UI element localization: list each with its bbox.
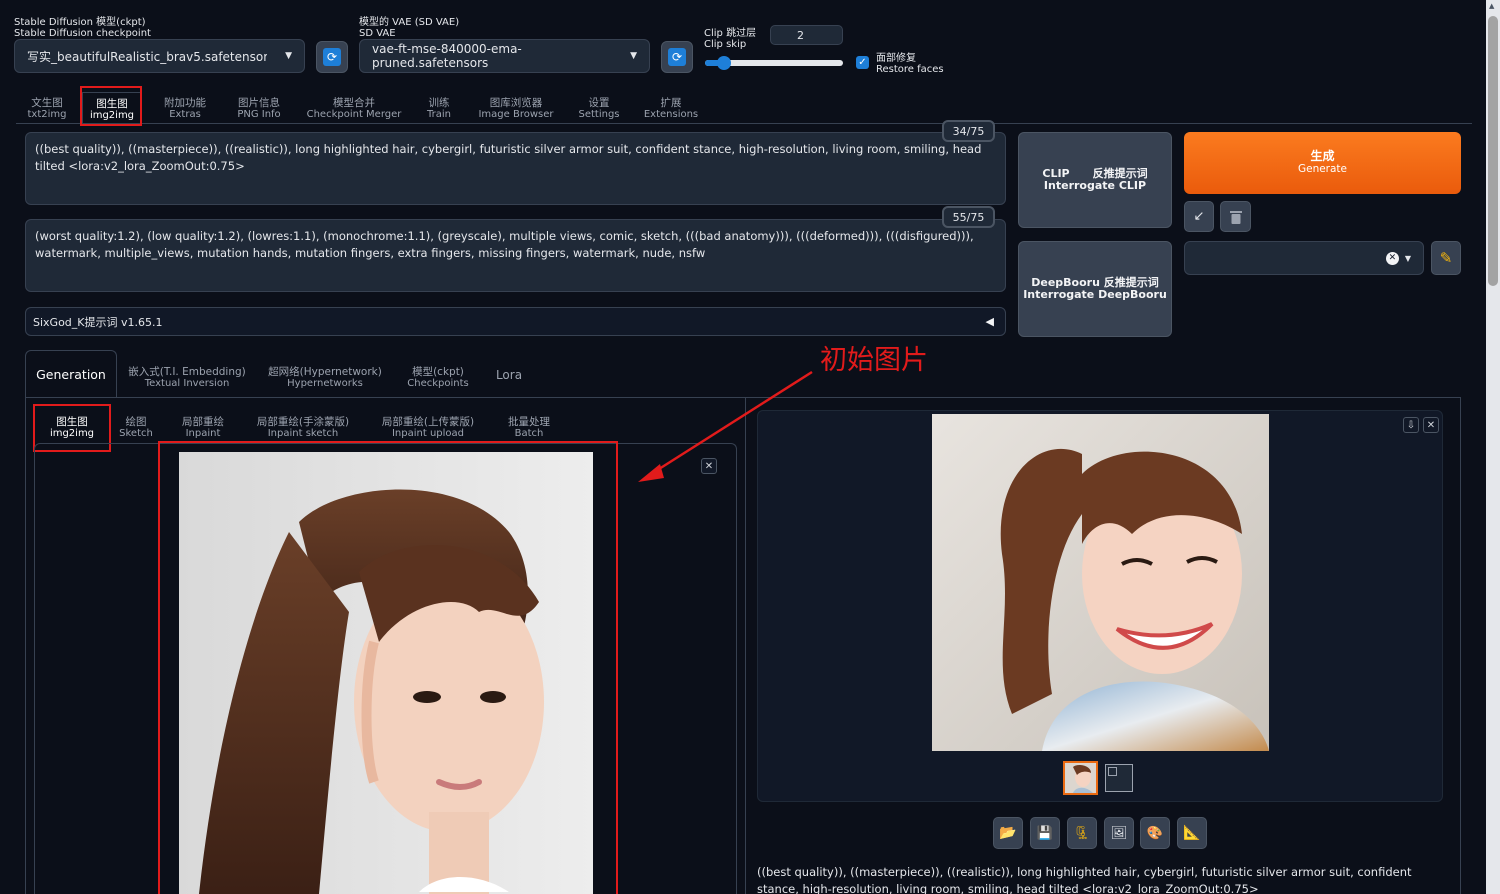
close-gallery-button[interactable]: ✕ xyxy=(1423,417,1439,433)
zip-button[interactable]: 🗜 xyxy=(1067,817,1097,849)
tab-lora[interactable]: Lora xyxy=(490,369,528,381)
styles-dropdown[interactable]: ✕ ▼ xyxy=(1184,241,1424,275)
subtab-batch[interactable]: 批量处理 Batch xyxy=(498,416,560,440)
interrogate-deepbooru-button[interactable]: DeepBooru 反推提示词 Interrogate DeepBooru xyxy=(1018,241,1172,337)
tab-settings[interactable]: 设置 Settings xyxy=(572,97,626,121)
negative-token-counter: 55/75 xyxy=(942,206,995,228)
highlight-init-image xyxy=(158,441,618,894)
chevron-down-icon: ▼ xyxy=(285,51,292,61)
annotation-label: 初始图片 xyxy=(820,345,928,376)
trash-icon xyxy=(1229,210,1242,224)
chevron-down-icon: ▼ xyxy=(1404,253,1411,263)
download-button[interactable]: ⇩ xyxy=(1403,417,1419,433)
tab-train[interactable]: 训练 Train xyxy=(414,97,464,121)
checkpoint-value: 写实_beautifulRealistic_brav5.safetensors … xyxy=(27,49,267,64)
clip-skip-label: Clip 跳过层 Clip skip xyxy=(704,28,757,50)
tab-checkpoint-merger[interactable]: 模型合并 Checkpoint Merger xyxy=(304,97,404,121)
read-params-button[interactable]: ↙ xyxy=(1184,201,1214,232)
floppy-disk-icon: 💾 xyxy=(1036,825,1054,841)
pencil-icon: ✎ xyxy=(1439,249,1453,267)
open-folder-button[interactable]: 📂 xyxy=(993,817,1023,849)
arrow-down-left-icon: ↙ xyxy=(1193,209,1205,224)
checkpoint-dropdown[interactable]: 写实_beautifulRealistic_brav5.safetensors … xyxy=(14,39,305,73)
close-icon: ✕ xyxy=(1426,419,1436,431)
gallery-thumbnail-selected[interactable] xyxy=(1063,761,1098,795)
restore-faces-label: 面部修复 Restore faces xyxy=(876,53,944,75)
main-tabs: 文生图 txt2img 图生图 img2img 附加功能 Extras 图片信息 PNG… xyxy=(16,92,1472,124)
save-button[interactable]: 💾 xyxy=(1030,817,1060,849)
folder-icon: 📂 xyxy=(999,825,1017,841)
picture-icon: 🖼 xyxy=(1110,825,1128,841)
triangle-ruler-icon: 📐 xyxy=(1183,825,1201,841)
tab-extensions[interactable]: 扩展 Extensions xyxy=(640,97,702,121)
refresh-icon: ⟳ xyxy=(668,48,686,66)
collapse-triangle-icon: ◀ xyxy=(985,315,994,328)
thumbnail-portrait-illustration xyxy=(1065,763,1096,793)
scroll-up-icon[interactable]: ▲ xyxy=(1489,2,1494,10)
clip-skip-slider[interactable] xyxy=(705,56,843,70)
scrollbar-thumb[interactable] xyxy=(1488,16,1498,286)
download-icon: ⇩ xyxy=(1406,419,1416,431)
highlight-img2img-tab xyxy=(80,86,142,126)
tab-png-info[interactable]: 图片信息 PNG Info xyxy=(224,97,294,121)
refresh-vae-button[interactable]: ⟳ xyxy=(661,41,693,73)
tab-divider xyxy=(16,123,1472,124)
sixgod-accordion[interactable]: SixGod_K提示词 v1.65.1 ◀ xyxy=(25,307,1006,336)
prompt-textarea[interactable]: ((best quality)), ((masterpiece)), ((rea… xyxy=(25,132,1006,205)
subtab-sketch[interactable]: 绘图 Sketch xyxy=(112,416,160,440)
output-image xyxy=(932,414,1269,751)
subtab-inpaint-upload[interactable]: 局部重绘(上传蒙版) Inpaint upload xyxy=(374,416,482,440)
clear-icon[interactable]: ✕ xyxy=(1385,251,1399,265)
gallery-thumbnail-broken[interactable] xyxy=(1105,764,1133,792)
broken-image-icon xyxy=(1108,767,1117,776)
send-to-extras-button[interactable]: 📐 xyxy=(1177,817,1207,849)
tab-extras[interactable]: 附加功能 Extras xyxy=(152,97,218,121)
send-to-img2img-button[interactable]: 🖼 xyxy=(1104,817,1134,849)
tab-generation[interactable]: Generation xyxy=(25,350,117,398)
prompt-token-counter: 34/75 xyxy=(942,120,995,142)
refresh-icon: ⟳ xyxy=(323,48,341,66)
tab-hypernetworks[interactable]: 超网络(Hypernetwork) Hypernetworks xyxy=(266,366,384,390)
subtab-inpaint[interactable]: 局部重绘 Inpaint xyxy=(172,416,234,440)
tab-image-browser[interactable]: 图库浏览器 Image Browser xyxy=(474,97,558,121)
interrogate-clip-button[interactable]: CLIP 反推提示词 Interrogate CLIP xyxy=(1018,132,1172,228)
palette-icon: 🎨 xyxy=(1146,825,1164,841)
negative-prompt-textarea[interactable]: (worst quality:1.2), (low quality:1.2), … xyxy=(25,219,1006,292)
archive-icon: 🗜 xyxy=(1073,825,1091,841)
restore-faces-checkbox[interactable]: ✓ xyxy=(856,56,869,69)
vae-dropdown[interactable]: vae-ft-mse-840000-ema-pruned.safetensors… xyxy=(359,39,650,73)
refresh-checkpoint-button[interactable]: ⟳ xyxy=(316,41,348,73)
page-scrollbar[interactable]: ▲ xyxy=(1486,0,1500,894)
tab-txt2img[interactable]: 文生图 txt2img xyxy=(16,97,78,121)
checkpoint-label: Stable Diffusion 模型(ckpt) Stable Diffusi… xyxy=(14,17,151,39)
send-to-inpaint-button[interactable]: 🎨 xyxy=(1140,817,1170,849)
clip-skip-input[interactable]: 2 xyxy=(770,25,843,45)
generation-info-text: ((best quality)), ((masterpiece)), ((rea… xyxy=(757,865,1412,894)
sixgod-label: SixGod_K提示词 v1.65.1 xyxy=(33,315,163,329)
generate-button[interactable]: 生成 Generate xyxy=(1184,132,1461,194)
chevron-down-icon: ▼ xyxy=(630,51,637,61)
tab-textual-inversion[interactable]: 嵌入式(T.I. Embedding) Textual Inversion xyxy=(128,366,246,390)
negative-prompt-text: (worst quality:1.2), (low quality:1.2), … xyxy=(35,229,974,260)
vae-value: vae-ft-mse-840000-ema-pruned.safetensors xyxy=(372,42,522,70)
vae-label: 模型的 VAE (SD VAE) SD VAE xyxy=(359,17,460,39)
subtab-inpaint-sketch[interactable]: 局部重绘(手涂蒙版) Inpaint sketch xyxy=(248,416,358,440)
tab-checkpoints[interactable]: 模型(ckpt) Checkpoints xyxy=(402,366,474,390)
clip-skip-slider-handle[interactable] xyxy=(716,56,731,70)
generated-portrait-illustration xyxy=(932,414,1269,751)
prompt-text: ((best quality)), ((masterpiece)), ((rea… xyxy=(35,142,982,173)
edit-styles-button[interactable]: ✎ xyxy=(1431,241,1461,275)
clear-prompt-button[interactable] xyxy=(1220,201,1251,232)
